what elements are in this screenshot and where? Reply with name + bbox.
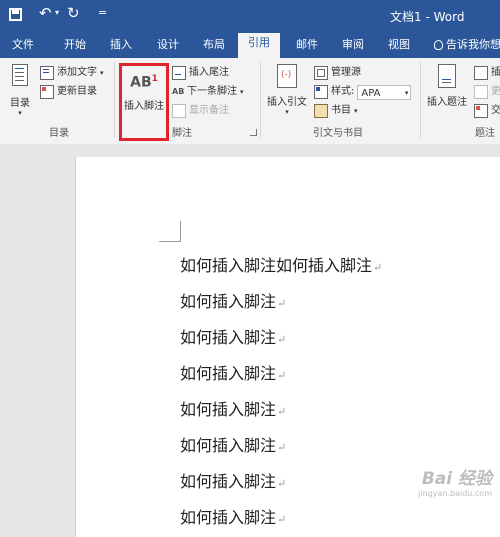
document-line[interactable]: 如何插入脚注↵: [180, 432, 286, 456]
paragraph-mark: ↵: [277, 441, 287, 454]
citation-group-label: 引文与书目: [313, 128, 363, 139]
chevron-down-icon: ▾: [285, 108, 289, 116]
document-line[interactable]: 如何插入脚注↵: [180, 360, 286, 384]
undo-icon[interactable]: ↶: [39, 4, 52, 22]
tab-file[interactable]: 文件: [12, 36, 34, 52]
group-separator: [114, 62, 115, 138]
toc-button[interactable]: 目录 ▾: [6, 64, 34, 117]
document-line[interactable]: 如何插入脚注如何插入脚注↵: [180, 252, 382, 276]
paragraph-mark: ↵: [277, 513, 287, 526]
style-dropdown[interactable]: APA ▾: [357, 84, 412, 100]
group-separator: [260, 62, 261, 138]
insert-citation-icon: (-): [277, 64, 297, 88]
tab-insert[interactable]: 插入: [110, 36, 132, 52]
tab-design[interactable]: 设计: [157, 36, 179, 52]
watermark-url: jingyan.baidu.com: [418, 489, 492, 498]
update-toc-icon: [40, 85, 54, 99]
bibliography-button[interactable]: 书目 ▾: [314, 102, 358, 120]
insert-caption-icon: [438, 64, 456, 88]
insert-endnote-icon: [172, 66, 186, 80]
window-title: 文档1 - Word: [390, 10, 465, 24]
manage-sources-button[interactable]: 管理源: [314, 64, 361, 82]
chevron-down-icon: ▾: [240, 88, 244, 96]
cross-reference-icon: [474, 104, 488, 118]
chevron-down-icon: ▾: [18, 109, 22, 117]
bibliography-icon: [314, 104, 328, 118]
redo-icon[interactable]: ↻: [67, 4, 80, 22]
caption-group-label: 题注: [475, 128, 495, 139]
undo-dropdown-icon[interactable]: ▾: [55, 8, 59, 17]
tab-home[interactable]: 开始: [64, 36, 86, 52]
update-toc-button[interactable]: 更新目录: [40, 83, 97, 101]
update-table-button: 更: [474, 83, 500, 101]
save-icon[interactable]: [9, 8, 22, 21]
paragraph-mark: ↵: [277, 297, 287, 310]
paragraph-mark: ↵: [277, 333, 287, 346]
tab-mailings[interactable]: 邮件: [296, 36, 318, 52]
customize-quick-access-icon[interactable]: =: [98, 6, 107, 19]
document-line[interactable]: 如何插入脚注↵: [180, 504, 286, 528]
document-area: 如何插入脚注如何插入脚注↵ 如何插入脚注↵ 如何插入脚注↵ 如何插入脚注↵ 如何…: [0, 144, 500, 537]
dialog-launcher-icon[interactable]: [250, 129, 257, 136]
cross-reference-button[interactable]: 交: [474, 102, 500, 120]
style-selector: 样式: APA ▾: [314, 83, 412, 101]
chevron-down-icon: ▾: [354, 107, 358, 115]
tab-layout[interactable]: 布局: [203, 36, 225, 52]
document-line[interactable]: 如何插入脚注↵: [180, 324, 286, 348]
paragraph-mark: ↵: [277, 477, 287, 490]
add-text-icon: [40, 66, 54, 80]
tell-me-box[interactable]: 告诉我你想: [434, 36, 500, 52]
lightbulb-icon: [434, 40, 443, 50]
group-separator: [420, 62, 421, 138]
chevron-down-icon: ▾: [100, 69, 104, 77]
tab-review[interactable]: 审阅: [342, 36, 364, 52]
style-icon: [314, 85, 328, 99]
table-of-figures-icon: [474, 66, 488, 80]
insert-footnote-button[interactable]: AB1 插入脚注: [119, 63, 169, 141]
paragraph-mark: ↵: [277, 405, 287, 418]
watermark: Bai 经验 jingyan.baidu.com: [382, 464, 492, 498]
margin-corner-mark: [159, 221, 181, 242]
ribbon-references: 目录 ▾ 添加文字 ▾ 更新目录 目录 AB1 插入脚注 插入尾注 AB 下一条脚…: [0, 58, 500, 145]
ribbon-tabs: 文件 开始 插入 设计 布局 引用 邮件 审阅 视图 告诉我你想: [0, 30, 500, 58]
tab-references[interactable]: 引用: [238, 33, 280, 58]
next-footnote-button[interactable]: AB 下一条脚注 ▾: [172, 83, 244, 101]
document-line[interactable]: 如何插入脚注↵: [180, 288, 286, 312]
show-notes-icon: [172, 104, 186, 118]
footnote-icon: AB1: [130, 74, 158, 91]
next-footnote-icon: AB: [172, 87, 185, 96]
insert-citation-button[interactable]: (-) 插入引文 ▾: [264, 64, 310, 116]
insert-table-of-figures-button[interactable]: 插: [474, 64, 500, 82]
document-line[interactable]: 如何插入脚注↵: [180, 468, 286, 492]
toc-icon: [12, 64, 28, 86]
chevron-down-icon: ▾: [404, 88, 409, 97]
paragraph-mark: ↵: [277, 369, 287, 382]
title-bar: ↶ ▾ ↻ = 文档1 - Word: [0, 0, 500, 30]
insert-endnote-button[interactable]: 插入尾注: [172, 64, 229, 82]
watermark-logo-text: Bai 经验: [421, 469, 492, 489]
toc-group-label: 目录: [49, 128, 69, 139]
insert-caption-button[interactable]: 插入题注: [424, 64, 470, 108]
add-text-button[interactable]: 添加文字 ▾: [40, 64, 104, 82]
tab-view[interactable]: 视图: [388, 36, 410, 52]
footnote-group-label: 脚注: [172, 128, 192, 139]
manage-sources-icon: [314, 66, 328, 80]
paragraph-mark: ↵: [373, 261, 383, 274]
show-notes-button: 显示备注: [172, 102, 229, 120]
document-line[interactable]: 如何插入脚注↵: [180, 396, 286, 420]
update-table-icon: [474, 85, 488, 99]
